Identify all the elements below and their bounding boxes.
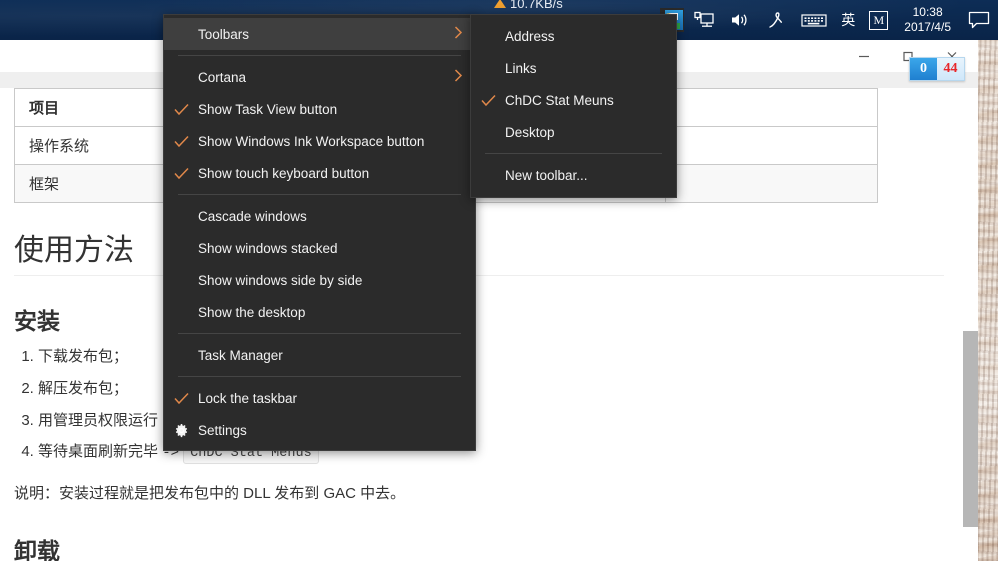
network-icon[interactable] bbox=[686, 0, 722, 40]
heading-install: 安装 bbox=[14, 309, 60, 334]
clock-time: 10:38 bbox=[912, 4, 943, 19]
table-header-value bbox=[664, 88, 879, 127]
table-cell-os-value bbox=[664, 126, 879, 165]
install-steps-list: 下载发布包； 解压发布包； 用管理员权限运行 等待桌面刷新完毕 -> ChDC … bbox=[14, 346, 949, 465]
counter-widget[interactable]: 0 44 bbox=[909, 57, 965, 81]
ime-mode-icon[interactable]: M bbox=[862, 0, 895, 40]
menu-item-label: Task Manager bbox=[198, 347, 283, 363]
menu-item-label: Links bbox=[505, 60, 537, 76]
minimize-button[interactable] bbox=[842, 41, 886, 71]
submenu-item-address[interactable]: Address bbox=[471, 20, 676, 52]
checkmark-icon bbox=[164, 167, 198, 180]
menu-separator bbox=[178, 376, 461, 377]
menu-separator bbox=[485, 153, 662, 154]
desktop-wallpaper bbox=[976, 0, 998, 561]
menu-item-label: Cascade windows bbox=[198, 208, 307, 224]
menu-item-label: Desktop bbox=[505, 124, 555, 140]
counter-right-value: 44 bbox=[943, 61, 958, 76]
menu-item-task-manager[interactable]: Task Manager bbox=[164, 339, 475, 371]
chevron-right-icon bbox=[454, 69, 463, 86]
menu-item-label: Show the desktop bbox=[198, 304, 306, 320]
taskbar-context-menu[interactable]: Toolbars Cortana Show Task View button S… bbox=[163, 14, 476, 451]
checkmark-icon bbox=[164, 135, 198, 148]
install-note: 说明：安装过程就是把发布包中的 DLL 发布到 GAC 中去。 bbox=[14, 484, 406, 502]
menu-item-toolbars[interactable]: Toolbars bbox=[164, 18, 475, 50]
submenu-item-chdc-stat-meuns[interactable]: ChDC Stat Meuns bbox=[471, 84, 676, 116]
menu-item-show-windows-ink-workspace-button[interactable]: Show Windows Ink Workspace button bbox=[164, 125, 475, 157]
touch-keyboard-icon[interactable] bbox=[794, 0, 834, 40]
upload-triangle-icon bbox=[494, 0, 506, 8]
menu-item-label: Show touch keyboard button bbox=[198, 165, 370, 181]
scrollbar-thumb[interactable] bbox=[963, 331, 978, 527]
clock-date: 2017/4/5 bbox=[904, 20, 951, 34]
menu-item-label: Settings bbox=[198, 422, 247, 438]
toolbars-submenu[interactable]: Address Links ChDC Stat Meuns Desktop Ne… bbox=[470, 14, 677, 198]
wallpaper-texture bbox=[976, 0, 998, 561]
menu-item-show-windows-stacked[interactable]: Show windows stacked bbox=[164, 232, 475, 264]
checkmark-icon bbox=[471, 94, 505, 107]
menu-item-label: Address bbox=[505, 28, 555, 44]
menu-item-label: Toolbars bbox=[198, 26, 250, 42]
menu-item-label: New toolbar... bbox=[505, 167, 588, 183]
heading-usage: 使用方法 bbox=[14, 225, 944, 276]
menu-item-settings[interactable]: Settings bbox=[164, 414, 475, 446]
counter-left-value: 0 bbox=[910, 58, 937, 80]
menu-item-show-windows-side-by-side[interactable]: Show windows side by side bbox=[164, 264, 475, 296]
network-speed-label: 10.7KB/s bbox=[510, 0, 563, 11]
vertical-scrollbar[interactable] bbox=[963, 88, 978, 561]
volume-icon[interactable] bbox=[722, 0, 758, 40]
system-tray: 英 M 10:38 2017/4/5 bbox=[650, 0, 998, 40]
taskbar-clock[interactable]: 10:38 2017/4/5 bbox=[895, 0, 960, 40]
table-cell-framework-value bbox=[664, 164, 879, 203]
network-speed-indicator[interactable]: 10.7KB/s bbox=[494, 0, 563, 11]
menu-item-label: Cortana bbox=[198, 69, 247, 85]
ime-mode-letter: M bbox=[869, 10, 889, 30]
menu-item-show-task-view-button[interactable]: Show Task View button bbox=[164, 93, 475, 125]
menu-item-label: Show windows side by side bbox=[198, 272, 363, 288]
menu-item-label: ChDC Stat Meuns bbox=[505, 92, 614, 108]
menu-item-label: Lock the taskbar bbox=[198, 390, 298, 406]
checkmark-icon bbox=[164, 392, 198, 405]
step-4-text: 等待桌面刷新完毕 bbox=[38, 443, 159, 461]
menu-separator bbox=[178, 333, 461, 334]
submenu-item-desktop[interactable]: Desktop bbox=[471, 116, 676, 148]
menu-item-label: Show windows stacked bbox=[198, 240, 338, 256]
ime-language-icon[interactable]: 英 bbox=[834, 0, 862, 40]
menu-separator bbox=[178, 194, 461, 195]
menu-item-cortana[interactable]: Cortana bbox=[164, 61, 475, 93]
checkmark-icon bbox=[164, 103, 198, 116]
menu-separator bbox=[178, 55, 461, 56]
gear-icon bbox=[164, 423, 198, 438]
menu-item-show-the-desktop[interactable]: Show the desktop bbox=[164, 296, 475, 328]
chevron-right-icon bbox=[454, 26, 463, 43]
menu-item-show-touch-keyboard-button[interactable]: Show touch keyboard button bbox=[164, 157, 475, 189]
menu-item-label: Show Windows Ink Workspace button bbox=[198, 133, 425, 149]
menu-item-cascade-windows[interactable]: Cascade windows bbox=[164, 200, 475, 232]
pen-ink-icon[interactable] bbox=[758, 0, 794, 40]
menu-item-label: Show Task View button bbox=[198, 101, 338, 117]
menu-item-lock-the-taskbar[interactable]: Lock the taskbar bbox=[164, 382, 475, 414]
heading-uninstall: 卸载 bbox=[14, 538, 60, 561]
submenu-item-links[interactable]: Links bbox=[471, 52, 676, 84]
submenu-item-new-toolbar[interactable]: New toolbar... bbox=[471, 159, 676, 191]
notification-icon[interactable] bbox=[960, 0, 998, 40]
